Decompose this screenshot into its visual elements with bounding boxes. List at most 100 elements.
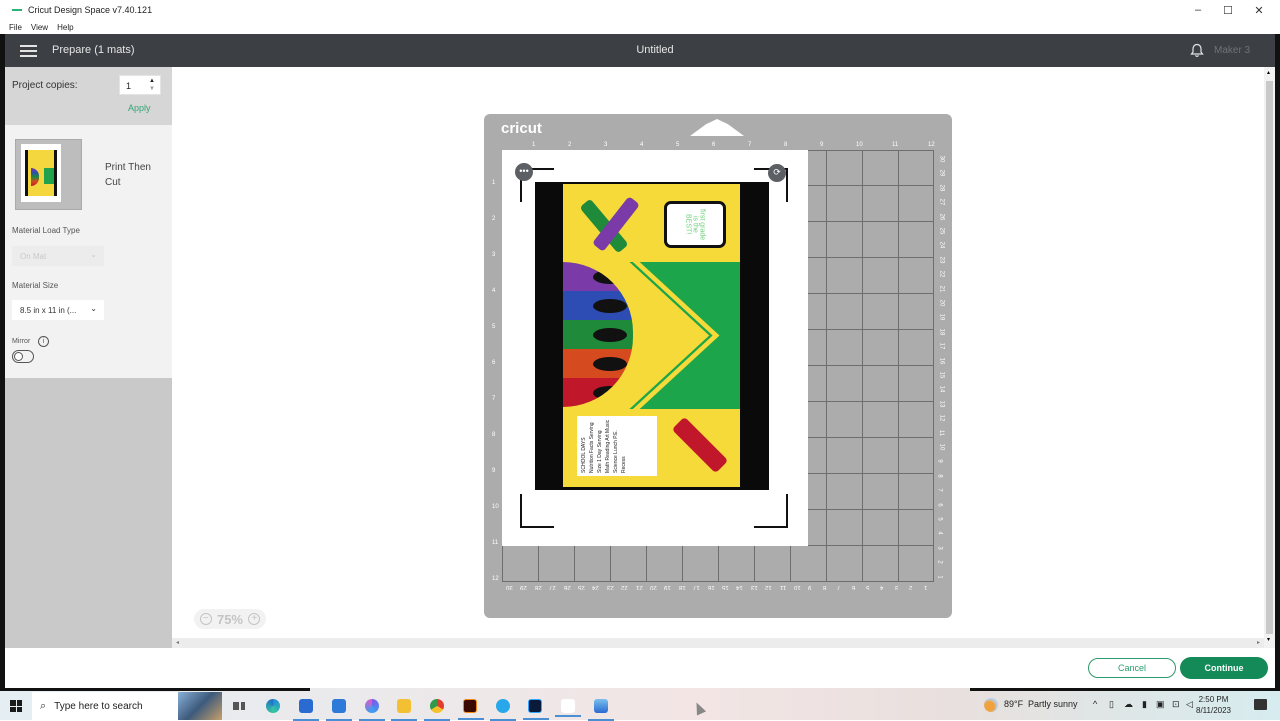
ruler-top-tick: 7 — [748, 142, 752, 148]
material-size-select[interactable]: 8.5 in x 11 in (... ⌄ — [12, 300, 104, 320]
weather-icon[interactable] — [984, 698, 998, 712]
ruler-bottom-tick: 30 — [506, 584, 513, 590]
volume-icon[interactable]: ◁ — [1186, 699, 1193, 710]
ruler-right-tick: 7 — [936, 488, 943, 492]
maximize-button[interactable]: ☐ — [1212, 0, 1244, 20]
ruler-bottom-tick: 27 — [549, 584, 556, 590]
display-icon[interactable]: ▣ — [1156, 699, 1165, 710]
mail-icon[interactable] — [326, 699, 352, 721]
left-panel: Project copies: 1 ▲ ▼ Apply Print Then C… — [5, 67, 172, 648]
zoom-out-button[interactable]: − — [199, 613, 212, 625]
ruler-bottom-tick: 7 — [837, 584, 841, 590]
network-icon[interactable]: ⊡ — [1172, 699, 1180, 710]
ruler-top-tick: 2 — [568, 142, 572, 148]
zoom-level: 75% — [216, 611, 243, 627]
file-explorer-icon[interactable] — [391, 699, 417, 721]
ruler-right-tick: 4 — [936, 531, 943, 536]
apply-button[interactable]: Apply — [128, 103, 151, 113]
clock-date: 8/11/2023 — [1196, 706, 1231, 715]
horizontal-scrollbar[interactable]: ◂ ▸ — [172, 638, 1264, 648]
menu-view[interactable]: View — [31, 23, 48, 32]
ruler-right-tick: 8 — [936, 474, 943, 478]
menu-help[interactable]: Help — [57, 23, 73, 32]
title-bar: Cricut Design Space v7.40.121 — [0, 0, 1280, 20]
ruler-bottom-tick: 11 — [779, 584, 786, 590]
project-copies-value[interactable]: 1 — [126, 81, 131, 91]
ruler-right-tick: 9 — [936, 459, 943, 464]
ruler-left-tick: 5 — [492, 324, 496, 330]
ruler-right-tick: 11 — [938, 429, 945, 436]
microphone-icon[interactable]: ▮ — [1142, 699, 1147, 710]
weather-temp[interactable]: 89°F — [1004, 699, 1023, 709]
print-image[interactable]: first grade is the BEST! SCHOOL DAYS Nut… — [535, 182, 769, 490]
notification-center-icon[interactable] — [1254, 699, 1267, 710]
window-frame-right — [1275, 34, 1280, 688]
show-hidden-icons-icon[interactable]: ^ — [1093, 699, 1097, 709]
photoshop-icon[interactable] — [523, 699, 549, 720]
ruler-bottom-tick: 4 — [880, 584, 884, 590]
ruler-bottom-tick: 12 — [765, 584, 772, 590]
mirror-toggle[interactable] — [12, 350, 34, 363]
menu-bar: File View Help — [0, 20, 83, 34]
zoom-in-button[interactable]: + — [248, 613, 261, 625]
store-icon[interactable] — [293, 699, 319, 721]
ruler-right-tick: 10 — [938, 443, 945, 451]
task-view-icon[interactable] — [233, 699, 247, 713]
ruler-bottom-tick: 16 — [707, 584, 715, 590]
mat-thumbnail[interactable] — [15, 139, 82, 210]
edge-icon[interactable] — [266, 699, 280, 713]
project-copies-label: Project copies: — [12, 80, 78, 91]
ruler-bottom-tick: 3 — [894, 584, 899, 590]
photos-icon[interactable] — [588, 699, 614, 721]
project-copies-stepper[interactable]: 1 ▲ ▼ — [119, 75, 161, 95]
ruler-right-tick: 21 — [938, 285, 945, 292]
continue-button[interactable]: Continue — [1180, 657, 1268, 679]
mat-mode-label: Print Then Cut — [105, 162, 151, 188]
cancel-button[interactable]: Cancel — [1088, 658, 1176, 678]
rotate-icon[interactable]: ⟳ — [768, 164, 786, 182]
illustrator-icon[interactable] — [458, 699, 484, 720]
ruler-top-tick: 1 — [532, 142, 536, 148]
search-placeholder: Type here to search — [54, 700, 143, 712]
decrement-arrow-icon[interactable]: ▼ — [149, 86, 155, 92]
ruler-left-tick: 7 — [492, 396, 496, 402]
ruler-bottom-tick: 17 — [693, 584, 700, 590]
app-header: Prepare (1 mats) Untitled Maker 3 — [0, 34, 1280, 67]
ruler-right-tick: 15 — [938, 371, 945, 379]
ruler-right-tick: 27 — [938, 198, 945, 206]
windows-taskbar: ⌕ Type here to search 89°F Partly sunny … — [0, 688, 1280, 721]
machine-selector[interactable]: Maker 3 — [1214, 45, 1250, 56]
info-icon[interactable]: i — [38, 336, 49, 347]
ruler-top-tick: 3 — [604, 142, 608, 148]
taskbar-clock[interactable]: 2:50 PM 8/11/2023 — [1196, 694, 1231, 716]
crayon-box-design: first grade is the BEST! SCHOOL DAYS Nut… — [563, 184, 740, 487]
ruler-left-tick: 3 — [492, 252, 496, 258]
ruler-right-tick: 1 — [936, 574, 943, 579]
minimize-button[interactable]: – — [1182, 0, 1214, 20]
onedrive-icon[interactable]: ☁ — [1124, 699, 1133, 710]
vertical-scrollbar[interactable]: ▴ ▾ — [1264, 67, 1275, 648]
mat-notch — [690, 119, 744, 136]
meet-now-icon[interactable]: ▯ — [1109, 699, 1114, 710]
ruler-left-tick: 4 — [492, 288, 496, 294]
bell-icon[interactable] — [1190, 43, 1204, 57]
weather-desc[interactable]: Partly sunny — [1028, 699, 1078, 709]
document-title: Untitled — [636, 44, 674, 56]
menu-file[interactable]: File — [9, 23, 22, 32]
search-icon: ⌕ — [40, 699, 47, 712]
ruler-bottom-tick: 15 — [722, 584, 729, 590]
skype-icon[interactable] — [490, 699, 516, 721]
increment-arrow-icon[interactable]: ▲ — [149, 78, 155, 84]
more-options-icon[interactable]: ••• — [515, 163, 533, 181]
close-button[interactable]: ✕ — [1243, 0, 1275, 20]
copilot-icon[interactable] — [359, 699, 385, 721]
ruler-bottom-tick: 18 — [678, 584, 686, 590]
cricut-taskbar-icon[interactable] — [555, 699, 581, 717]
chrome-icon[interactable] — [424, 699, 450, 721]
ruler-bottom-tick: 29 — [520, 584, 528, 590]
ruler-left-tick: 6 — [492, 360, 496, 366]
ruler-bottom-tick: 26 — [563, 584, 571, 590]
windows-start-icon[interactable] — [10, 700, 22, 712]
ruler-left-tick: 2 — [492, 216, 496, 222]
taskbar-search[interactable]: ⌕ Type here to search — [32, 692, 222, 720]
